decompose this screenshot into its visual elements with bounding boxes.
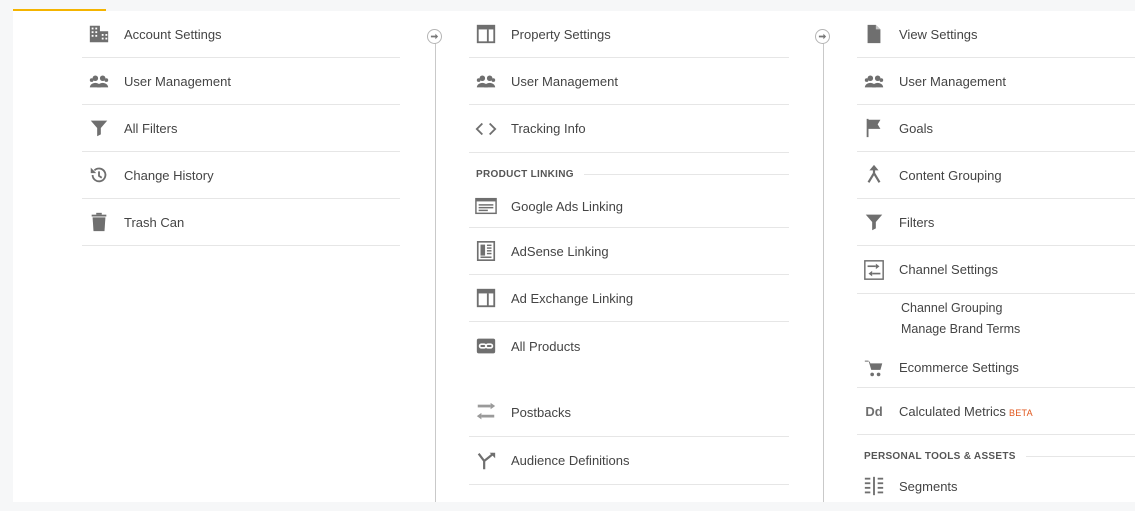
google-ads-icon <box>475 195 497 217</box>
account-settings-label: Account Settings <box>124 26 222 42</box>
property-user-management-item[interactable]: User Management <box>469 58 789 105</box>
all-products-label: All Products <box>511 338 581 354</box>
audience-definitions-label: Audience Definitions <box>511 453 630 468</box>
content-grouping-item[interactable]: Content Grouping <box>857 152 1135 199</box>
arrow-right-icon <box>815 29 830 44</box>
postbacks-icon <box>475 401 497 423</box>
document-icon <box>863 23 885 45</box>
user-management-label: User Management <box>899 73 1006 89</box>
channel-grouping-link[interactable]: Channel Grouping <box>901 301 1002 315</box>
property-icon <box>475 23 497 45</box>
all-products-item[interactable]: All Products <box>469 322 789 370</box>
view-filters-item[interactable]: Filters <box>857 199 1135 246</box>
postbacks-label: Postbacks <box>511 404 571 420</box>
user-management-label: User Management <box>124 73 231 89</box>
view-column: View Settings User Management Goals Cont… <box>857 11 1135 502</box>
account-settings-item[interactable]: Account Settings <box>82 11 400 58</box>
segments-label: Segments <box>899 478 958 494</box>
calculated-metrics-label-wrap: Calculated Metrics BETA <box>899 404 1033 419</box>
channel-subitems: Channel Grouping Manage Brand Terms <box>857 294 1135 348</box>
filters-label: Filters <box>899 214 935 230</box>
calculated-metrics-label: Calculated Metrics <box>899 403 1006 419</box>
code-icon <box>475 118 497 140</box>
trash-can-item[interactable]: Trash Can <box>82 199 400 246</box>
admin-panel: Account Settings User Management All Fil… <box>13 11 1135 502</box>
adsense-linking-item[interactable]: AdSense Linking <box>469 228 789 275</box>
audience-definitions-item[interactable]: Audience Definitions <box>469 437 789 485</box>
personal-tools-heading: PERSONAL TOOLS & ASSETS <box>857 446 1135 466</box>
merge-icon <box>863 164 885 186</box>
history-icon <box>88 164 110 186</box>
audience-icon <box>475 450 497 472</box>
segments-item[interactable]: Segments <box>857 466 1135 502</box>
account-user-management-item[interactable]: User Management <box>82 58 400 105</box>
tracking-info-label: Tracking Info <box>511 121 586 136</box>
property-settings-label: Property Settings <box>511 26 611 42</box>
goals-label: Goals <box>899 120 933 136</box>
beta-badge: BETA <box>1008 407 1033 418</box>
column-divider <box>435 39 436 502</box>
channel-settings-item[interactable]: Channel Settings <box>857 246 1135 294</box>
user-management-label: User Management <box>511 73 618 89</box>
content-grouping-label: Content Grouping <box>899 167 1002 183</box>
channel-settings-label: Channel Settings <box>899 262 999 277</box>
ad-exchange-linking-item[interactable]: Ad Exchange Linking <box>469 275 789 322</box>
all-filters-label: All Filters <box>124 120 178 136</box>
ad-exchange-icon <box>475 287 497 309</box>
view-user-management-item[interactable]: User Management <box>857 58 1135 105</box>
calculated-metrics-item[interactable]: Dd Calculated Metrics BETA <box>857 388 1135 435</box>
filter-icon <box>88 117 110 139</box>
building-icon <box>88 23 110 45</box>
filter-icon <box>863 211 885 233</box>
adsense-linking-label: AdSense Linking <box>511 243 609 259</box>
property-column: Property Settings User Management Tracki… <box>469 11 789 485</box>
segments-icon <box>863 475 885 497</box>
ecommerce-settings-label: Ecommerce Settings <box>899 360 1019 375</box>
ad-exchange-linking-label: Ad Exchange Linking <box>511 290 634 306</box>
section-heading-text: PERSONAL TOOLS & ASSETS <box>857 450 1026 462</box>
people-icon <box>88 70 110 92</box>
change-history-label: Change History <box>124 167 214 183</box>
view-settings-label: View Settings <box>899 26 978 42</box>
google-ads-linking-label: Google Ads Linking <box>511 198 624 214</box>
dd-icon-text: Dd <box>865 403 883 419</box>
view-settings-item[interactable]: View Settings <box>857 11 1135 58</box>
all-filters-item[interactable]: All Filters <box>82 105 400 152</box>
google-ads-linking-item[interactable]: Google Ads Linking <box>469 185 789 228</box>
channel-icon <box>863 259 885 281</box>
goals-item[interactable]: Goals <box>857 105 1135 152</box>
people-icon <box>475 70 497 92</box>
column-divider <box>823 39 824 502</box>
arrow-right-icon <box>427 29 442 44</box>
people-icon <box>863 70 885 92</box>
trash-can-label: Trash Can <box>124 214 185 230</box>
cart-icon <box>863 357 885 379</box>
ecommerce-settings-item[interactable]: Ecommerce Settings <box>857 348 1135 388</box>
postbacks-item[interactable]: Postbacks <box>469 388 789 437</box>
adsense-icon <box>475 240 497 262</box>
tracking-info-item[interactable]: Tracking Info <box>469 105 789 153</box>
trash-icon <box>88 211 110 233</box>
manage-brand-terms-link[interactable]: Manage Brand Terms <box>901 322 1020 336</box>
product-linking-heading: PRODUCT LINKING <box>469 163 789 185</box>
calculated-metrics-icon: Dd <box>863 400 885 422</box>
flag-icon <box>863 117 885 139</box>
link-icon <box>475 335 497 357</box>
account-column: Account Settings User Management All Fil… <box>82 11 400 246</box>
section-heading-text: PRODUCT LINKING <box>469 168 584 180</box>
property-settings-item[interactable]: Property Settings <box>469 11 789 58</box>
change-history-item[interactable]: Change History <box>82 152 400 199</box>
